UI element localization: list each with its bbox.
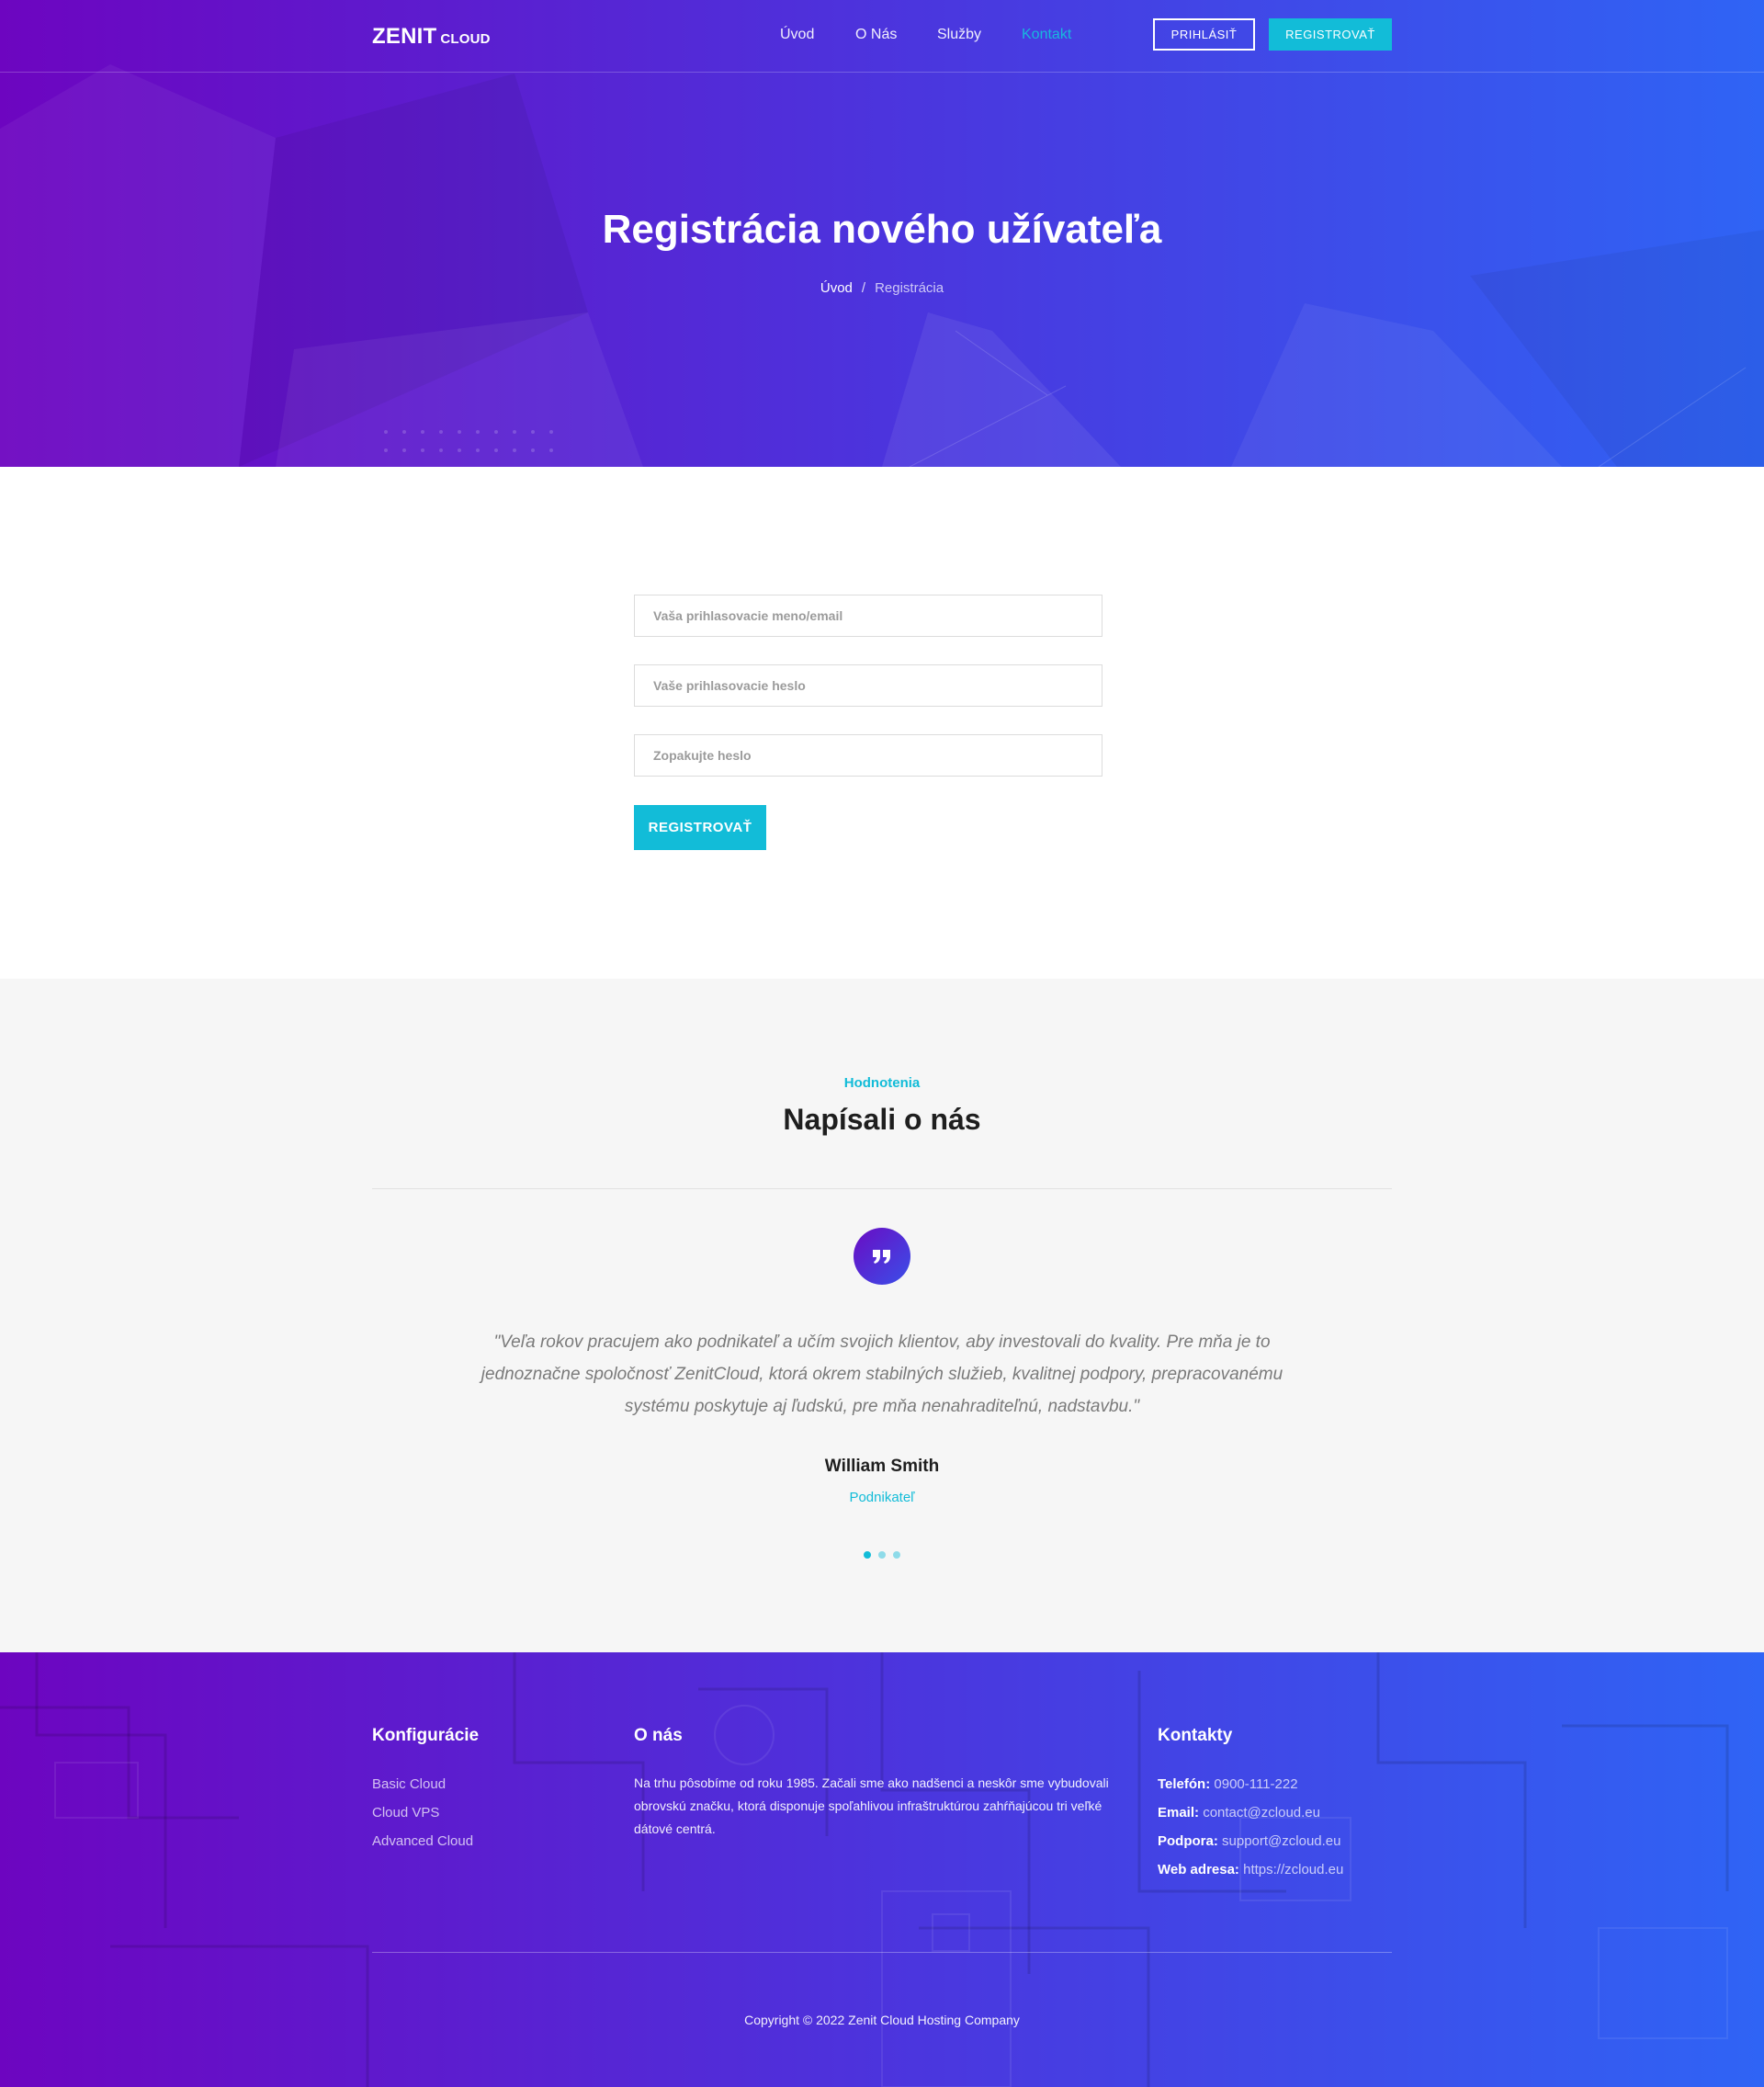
web-label: Web adresa: [1158, 1862, 1239, 1877]
phone-label: Telefón: [1158, 1776, 1211, 1792]
testimonials-section: Hodnotenia Napísali o nás "Veľa rokov pr… [0, 979, 1764, 1652]
footer-configs-title: Konfigurácie [372, 1726, 480, 1745]
web-value[interactable]: https://zcloud.eu [1243, 1862, 1343, 1877]
carousel-dot-1[interactable] [864, 1551, 871, 1559]
footer-contacts-title: Kontakty [1158, 1726, 1233, 1745]
password-repeat-input[interactable] [634, 734, 1102, 777]
nav-link-uvod[interactable]: Úvod [780, 27, 814, 47]
site-footer: Konfigurácie Basic Cloud Cloud VPS Advan… [0, 1652, 1764, 2087]
login-button[interactable]: PRIHLÁSIŤ [1153, 18, 1255, 51]
email-value[interactable]: contact@zcloud.eu [1203, 1805, 1320, 1820]
footer-about-title: O nás [634, 1726, 683, 1745]
testimonial-author-role: Podnikateľ [849, 1490, 915, 1505]
brand-name: ZENIT [372, 24, 437, 49]
email-label: Email: [1158, 1805, 1200, 1820]
username-email-input[interactable] [634, 595, 1102, 637]
testimonial-author: William Smith [824, 1457, 940, 1476]
breadcrumb-current: Registrácia [875, 280, 944, 296]
brand-logo[interactable]: ZENIT CLOUD [372, 24, 491, 50]
footer-contact-phone: Telefón: 0900-111-222 [1158, 1776, 1298, 1792]
nav-link-o-nas[interactable]: O Nás [855, 27, 897, 47]
footer-link-basic-cloud[interactable]: Basic Cloud [372, 1776, 446, 1792]
footer-contact-email: Email: contact@zcloud.eu [1158, 1805, 1320, 1820]
testimonials-title: Napísali o nás [783, 1103, 981, 1136]
register-submit-button[interactable]: REGISTROVAŤ [634, 805, 766, 850]
footer-contact-web: Web adresa: https://zcloud.eu [1158, 1862, 1343, 1877]
footer-contact-support: Podpora: support@zcloud.eu [1158, 1833, 1341, 1849]
nav-link-kontakt[interactable]: Kontakt [1022, 27, 1071, 47]
breadcrumb-home-link[interactable]: Úvod [820, 280, 853, 296]
support-label: Podpora: [1158, 1833, 1218, 1849]
hero-banner: ZENIT CLOUD Úvod O Nás Služby Kontakt PRI… [0, 0, 1764, 467]
footer-link-advanced-cloud[interactable]: Advanced Cloud [372, 1833, 473, 1849]
page-title: Registrácia nového užívateľa [602, 207, 1162, 252]
carousel-dot-2[interactable] [878, 1551, 886, 1559]
password-input[interactable] [634, 664, 1102, 707]
copyright-text: Copyright © 2022 Zenit Cloud Hosting Com… [744, 2013, 1020, 2027]
support-value[interactable]: support@zcloud.eu [1222, 1833, 1340, 1849]
nav-link-sluzby[interactable]: Služby [937, 27, 981, 47]
quote-icon [854, 1228, 910, 1285]
register-header-button[interactable]: REGISTROVAŤ [1269, 18, 1392, 51]
testimonials-kicker: Hodnotenia [843, 1075, 921, 1091]
phone-value[interactable]: 0900-111-222 [1214, 1776, 1297, 1792]
footer-divider [372, 1952, 1392, 1953]
testimonial-quote: "Veľa rokov pracujem ako podnikateľ a uč… [481, 1333, 1283, 1416]
brand-subname: CLOUD [440, 31, 491, 47]
footer-about-text: Na trhu pôsobíme od roku 1985. Začali sm… [634, 1775, 1109, 1836]
breadcrumb-separator: / [861, 280, 866, 296]
top-navigation-bar: ZENIT CLOUD Úvod O Nás Služby Kontakt PRI… [0, 0, 1764, 73]
footer-link-cloud-vps[interactable]: Cloud VPS [372, 1805, 439, 1820]
carousel-dot-3[interactable] [893, 1551, 900, 1559]
section-divider [372, 1188, 1392, 1189]
breadcrumb: Úvod / Registrácia [0, 280, 1764, 296]
